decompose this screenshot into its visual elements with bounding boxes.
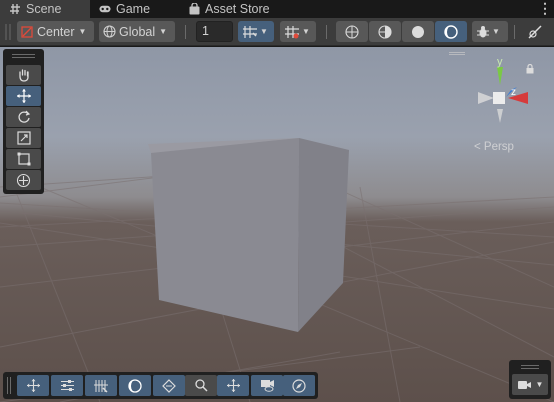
chevron-down-icon: ▼ — [492, 27, 500, 36]
gizmo-y-neg-cone — [497, 109, 503, 123]
grid-snap-overlay-button[interactable] — [85, 375, 117, 396]
shaded-wireframe-button[interactable] — [369, 21, 401, 42]
pivot-space-label: Global — [119, 24, 156, 39]
tools-overlay — [3, 49, 44, 194]
rotate-icon — [17, 110, 31, 124]
gizmo-y-label: y — [497, 56, 503, 68]
grid-increment-field[interactable]: 1 — [196, 21, 233, 42]
tool-settings-button[interactable] — [51, 375, 83, 396]
chevron-down-icon: ▼ — [535, 380, 544, 389]
camera-dropdown-button[interactable]: ▼ — [512, 374, 548, 395]
camera-overlay: ▼ — [509, 360, 551, 399]
globe-icon — [103, 25, 116, 38]
tab-scene[interactable]: Scene — [0, 0, 90, 18]
hash-icon — [9, 3, 21, 15]
transform-tool-button[interactable] — [6, 170, 41, 190]
grid-snapping-button[interactable]: ▼ — [238, 21, 274, 42]
orientation-gizmo[interactable]: y z — [470, 54, 534, 134]
tab-label: Asset Store — [205, 2, 270, 16]
toolbar-divider — [326, 25, 327, 39]
search-icon — [194, 379, 208, 392]
tab-game[interactable]: Game — [99, 0, 179, 18]
camera-view-overlay-button[interactable] — [251, 375, 283, 396]
navigation-overlay-button[interactable] — [283, 375, 315, 396]
scale-tool-button[interactable] — [6, 128, 41, 148]
gizmos-overlay-button[interactable] — [153, 375, 185, 396]
move-tool-overlay-button[interactable] — [17, 375, 49, 396]
gizmo-y-cone — [497, 67, 503, 85]
scene-window: Scene Game Asset Store ⋮ Center ▼ Global… — [0, 0, 554, 402]
debug-draw-mode-dropdown[interactable]: ▼ — [472, 21, 508, 42]
scene-toolbar: Center ▼ Global ▼ 1 ▼ ▼ ▼ — [0, 18, 554, 46]
move-arrows-icon — [226, 378, 241, 393]
toolbar-grip-icon — [5, 21, 11, 42]
transform-icon — [16, 173, 31, 188]
shaded-sphere-icon — [411, 25, 425, 39]
tab-bar: Scene Game Asset Store ⋮ — [0, 0, 554, 18]
gizmo-x-neg-cone — [478, 92, 494, 104]
pivot-mode-label: Center — [37, 24, 75, 39]
chevron-down-icon: ▼ — [78, 27, 87, 36]
shopping-bag-icon — [188, 3, 200, 15]
overlay-toolbar — [3, 372, 318, 399]
video-camera-icon — [517, 379, 533, 391]
scale-icon — [16, 131, 31, 145]
rotate-tool-button[interactable] — [6, 107, 41, 127]
view-tool-button[interactable] — [6, 65, 41, 85]
gizmos-icon — [162, 378, 176, 393]
compass-icon — [292, 378, 306, 393]
tab-label: Game — [116, 2, 151, 16]
pivot-icon — [21, 25, 33, 38]
drag-handle[interactable] — [7, 377, 11, 394]
chevron-down-icon: ▼ — [302, 27, 310, 36]
move-arrows-icon — [26, 378, 41, 393]
gizmo-center-cube — [493, 92, 505, 104]
toolbar-divider — [514, 25, 515, 39]
shaded-button[interactable] — [402, 21, 434, 42]
camera-eye-icon — [260, 379, 275, 392]
pivot-overlay-button[interactable] — [217, 375, 249, 396]
lighting-icon — [444, 24, 458, 39]
chevron-down-icon: ▼ — [260, 27, 268, 36]
cube-side-face — [298, 138, 349, 332]
tab-asset-store[interactable]: Asset Store — [188, 0, 288, 18]
hand-icon — [17, 68, 31, 82]
drag-handle[interactable] — [12, 54, 35, 58]
pivot-mode-dropdown[interactable]: Center ▼ — [17, 21, 94, 42]
sliders-icon — [60, 379, 75, 392]
gamepad-icon — [99, 3, 111, 15]
search-overlay-button[interactable] — [185, 375, 217, 396]
grid-increment-value: 1 — [202, 24, 209, 38]
scene-visibility-button[interactable] — [519, 21, 551, 42]
cube-front-face — [151, 138, 299, 332]
move-arrows-icon — [16, 88, 32, 104]
pivot-space-dropdown[interactable]: Global ▼ — [99, 21, 175, 42]
rect-transform-icon — [17, 152, 31, 166]
projection-label[interactable]: < Persp — [474, 141, 514, 153]
more-options-icon[interactable]: ⋮ — [538, 0, 552, 18]
gizmo-drag-handle[interactable] — [449, 52, 465, 55]
drag-handle[interactable] — [521, 365, 539, 369]
lighting-icon — [128, 378, 142, 393]
grid-icon — [284, 25, 300, 39]
bug-icon — [476, 25, 490, 39]
move-tool-button[interactable] — [6, 86, 41, 106]
shaded-wireframe-icon — [378, 24, 392, 39]
draw-mode-overlay-button[interactable] — [119, 375, 151, 396]
grid-visibility-button[interactable]: ▼ — [280, 21, 316, 42]
wireframe-sphere-icon — [345, 24, 359, 39]
chevron-down-icon: ▼ — [159, 27, 168, 36]
grid-snap-icon — [242, 25, 258, 39]
toolbar-divider — [185, 25, 186, 39]
tab-label: Scene — [26, 2, 62, 16]
grid-snap-icon — [93, 379, 109, 393]
lighting-toggle-button[interactable] — [435, 21, 467, 42]
wireframe-shading-button[interactable] — [336, 21, 368, 42]
rect-tool-button[interactable] — [6, 149, 41, 169]
gizmo-z-label: z — [511, 87, 516, 98]
visibility-icon — [528, 24, 542, 39]
